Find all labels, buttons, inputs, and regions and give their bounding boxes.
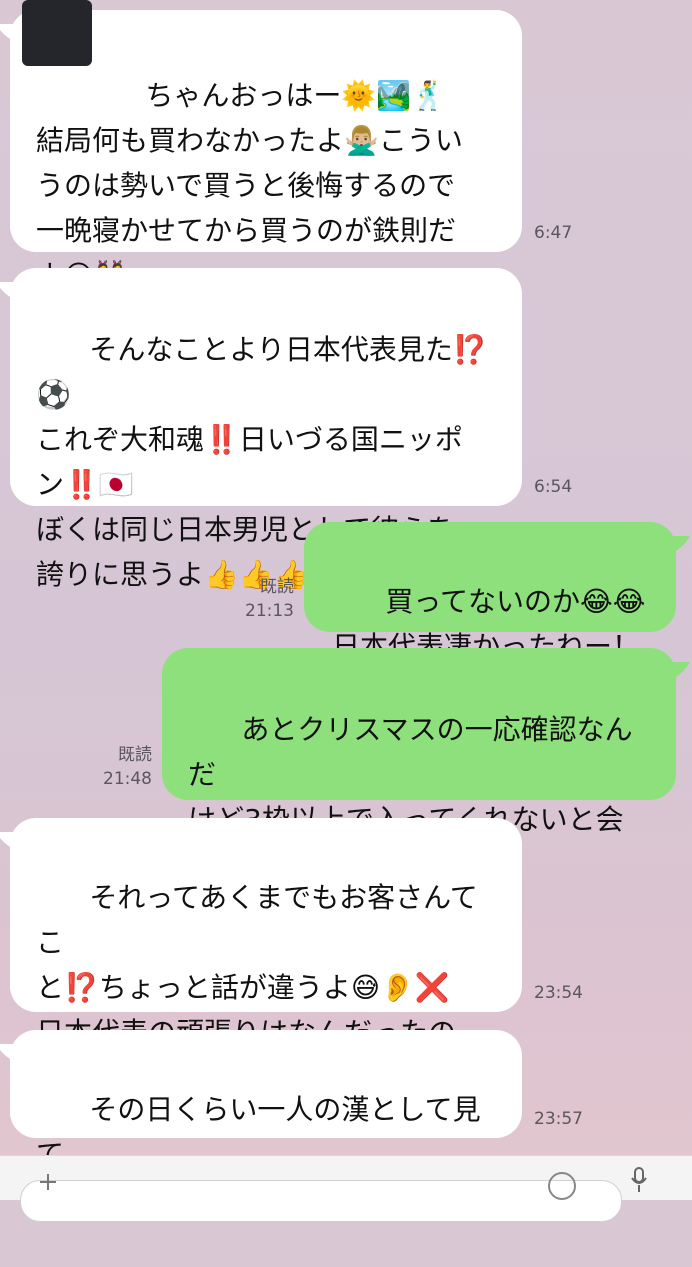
message-row: 既読 21:48 あとクリスマスの一応確認なんだ けど3枠以上で入ってくれないと… (0, 648, 692, 881)
message-text: ちゃんおっはー🌞🏞️🕺 結局何も買わなかったよ🙅🏼‍♂️こうい うのは勢いで買う… (36, 79, 463, 292)
message-input[interactable] (20, 1180, 622, 1222)
message-time: 23:54 (534, 983, 583, 1003)
mic-icon[interactable] (630, 1166, 648, 1194)
read-receipt: 既読 (118, 745, 152, 765)
chat-view: ちゃんおっはー🌞🏞️🕺 結局何も買わなかったよ🙅🏼‍♂️こうい うのは勢いで買う… (0, 0, 692, 1216)
incoming-bubble[interactable]: そんなことより日本代表見た⁉️⚽ これぞ大和魂‼️日いづる国ニッポ ン‼️🇯🇵 … (10, 268, 522, 591)
outgoing-bubble[interactable]: 買ってないのか😂😂 日本代表凄かったねー！ (304, 522, 676, 663)
message-row: ちゃんおっはー🌞🏞️🕺 結局何も買わなかったよ🙅🏼‍♂️こうい うのは勢いで買う… (0, 0, 692, 292)
incoming-bubble[interactable]: それってあくまでもお客さんてこ と⁉️ちょっと話が違うよ😅👂❌ 日本代表の頑張り… (10, 818, 522, 1094)
message-row: 既読 21:13 買ってないのか😂😂 日本代表凄かったねー！ (0, 522, 692, 663)
message-time: 6:47 (534, 223, 573, 243)
message-time: 23:57 (534, 1109, 583, 1129)
emoji-icon[interactable] (548, 1172, 576, 1200)
redacted-name (22, 0, 92, 66)
message-row: その日くらい一人の漢として見て くれるものだと思ってたよ😾😡 23:57 (0, 1030, 692, 1216)
message-row: そんなことより日本代表見た⁉️⚽ これぞ大和魂‼️日いづる国ニッポ ン‼️🇯🇵 … (0, 268, 692, 591)
outgoing-bubble[interactable]: あとクリスマスの一応確認なんだ けど3枠以上で入ってくれないと会 えないけど大丈… (162, 648, 676, 881)
message-row: それってあくまでもお客さんてこ と⁉️ちょっと話が違うよ😅👂❌ 日本代表の頑張り… (0, 818, 692, 1094)
read-receipt: 既読 (260, 577, 294, 597)
composer-bar (0, 1155, 692, 1222)
plus-icon[interactable] (38, 1172, 58, 1192)
message-time: 6:54 (534, 477, 573, 497)
message-time: 21:48 (103, 769, 152, 789)
incoming-bubble[interactable]: その日くらい一人の漢として見て くれるものだと思ってたよ😾😡 (10, 1030, 522, 1216)
message-time: 21:13 (245, 601, 294, 621)
